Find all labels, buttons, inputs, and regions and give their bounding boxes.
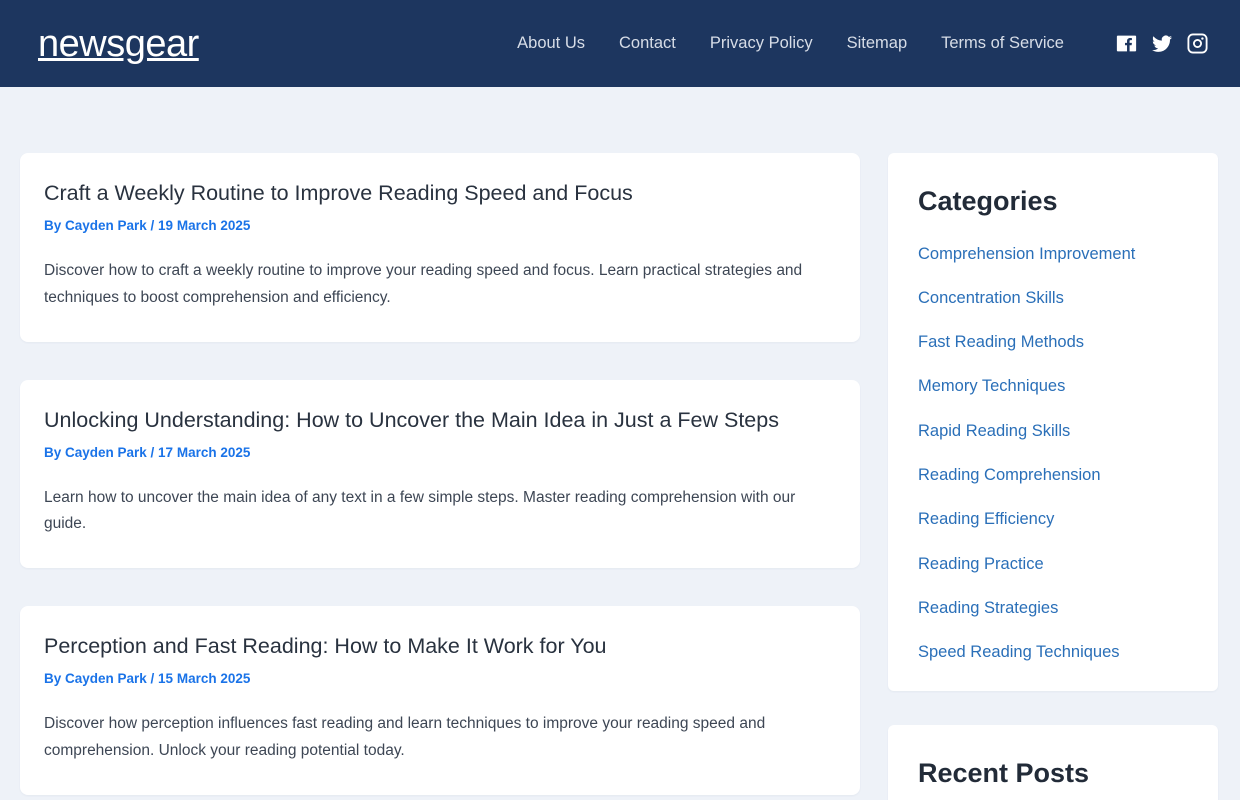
page-content: Craft a Weekly Routine to Improve Readin…	[0, 87, 1240, 800]
category-link-speed-reading-techniques[interactable]: Speed Reading Techniques	[918, 641, 1120, 663]
recent-posts-title: Recent Posts	[918, 758, 1090, 789]
list-item: Concentration Skills	[918, 287, 1188, 309]
nav-item-sitemap[interactable]: Sitemap	[847, 35, 908, 52]
post-title[interactable]: Unlocking Understanding: How to Uncover …	[44, 406, 836, 435]
post-excerpt: Learn how to uncover the main idea of an…	[44, 488, 796, 533]
category-link-rapid-reading-skills[interactable]: Rapid Reading Skills	[918, 420, 1070, 442]
categories-widget: Categories Comprehension Improvement Con…	[888, 153, 1218, 692]
category-link-reading-practice[interactable]: Reading Practice	[918, 553, 1044, 575]
site-header: newsgear About Us Contact Privacy Policy…	[0, 0, 1240, 87]
main-navigation: About Us Contact Privacy Policy Sitemap …	[517, 35, 1064, 52]
nav-item-privacy-policy[interactable]: Privacy Policy	[710, 35, 813, 52]
post-card[interactable]: Unlocking Understanding: How to Uncover …	[20, 379, 860, 569]
header-right: About Us Contact Privacy Policy Sitemap …	[517, 33, 1208, 55]
post-title[interactable]: Craft a Weekly Routine to Improve Readin…	[44, 179, 836, 208]
post-meta: By Cayden Park / 15 March 2025	[44, 671, 251, 687]
post-title[interactable]: Perception and Fast Reading: How to Make…	[44, 632, 836, 661]
list-item: Reading Comprehension	[918, 464, 1188, 486]
post-excerpt: Discover how to craft a weekly routine t…	[44, 262, 803, 306]
category-link-reading-efficiency[interactable]: Reading Efficiency	[918, 508, 1054, 530]
post-card[interactable]: Craft a Weekly Routine to Improve Readin…	[20, 153, 860, 342]
list-item: Memory Techniques	[918, 375, 1188, 397]
site-logo[interactable]: newsgear	[38, 25, 199, 63]
post-list: Craft a Weekly Routine to Improve Readin…	[20, 153, 860, 800]
category-link-comprehension-improvement[interactable]: Comprehension Improvement	[918, 243, 1135, 265]
list-item: Fast Reading Methods	[918, 331, 1188, 353]
category-link-memory-techniques[interactable]: Memory Techniques	[918, 375, 1065, 397]
list-item: Reading Strategies	[918, 597, 1188, 619]
post-card[interactable]: Perception and Fast Reading: How to Make…	[20, 606, 860, 795]
social-links	[1116, 33, 1208, 55]
list-item: Speed Reading Techniques	[918, 641, 1188, 663]
list-item: Reading Practice	[918, 553, 1188, 575]
list-item: Reading Efficiency	[918, 508, 1188, 530]
category-link-concentration-skills[interactable]: Concentration Skills	[918, 287, 1064, 309]
category-link-reading-strategies[interactable]: Reading Strategies	[918, 597, 1058, 619]
post-meta: By Cayden Park / 17 March 2025	[44, 444, 251, 460]
nav-item-contact[interactable]: Contact	[619, 35, 676, 52]
nav-item-about-us[interactable]: About Us	[517, 35, 585, 52]
category-link-fast-reading-methods[interactable]: Fast Reading Methods	[918, 331, 1084, 353]
instagram-icon[interactable]	[1187, 33, 1208, 54]
twitter-icon[interactable]	[1151, 33, 1173, 55]
list-item: Comprehension Improvement	[918, 243, 1188, 265]
categories-title: Categories	[918, 186, 1058, 216]
nav-item-terms-of-service[interactable]: Terms of Service	[941, 35, 1064, 52]
post-excerpt: Discover how perception influences fast …	[44, 715, 766, 759]
categories-list: Comprehension Improvement Concentration …	[918, 243, 1188, 664]
post-meta: By Cayden Park / 19 March 2025	[44, 218, 251, 234]
sidebar: Categories Comprehension Improvement Con…	[888, 153, 1218, 800]
facebook-icon[interactable]	[1116, 33, 1137, 54]
list-item: Rapid Reading Skills	[918, 420, 1188, 442]
category-link-reading-comprehension[interactable]: Reading Comprehension	[918, 464, 1101, 486]
recent-posts-widget: Recent Posts Craft a Weekly Routine to I…	[888, 725, 1218, 800]
